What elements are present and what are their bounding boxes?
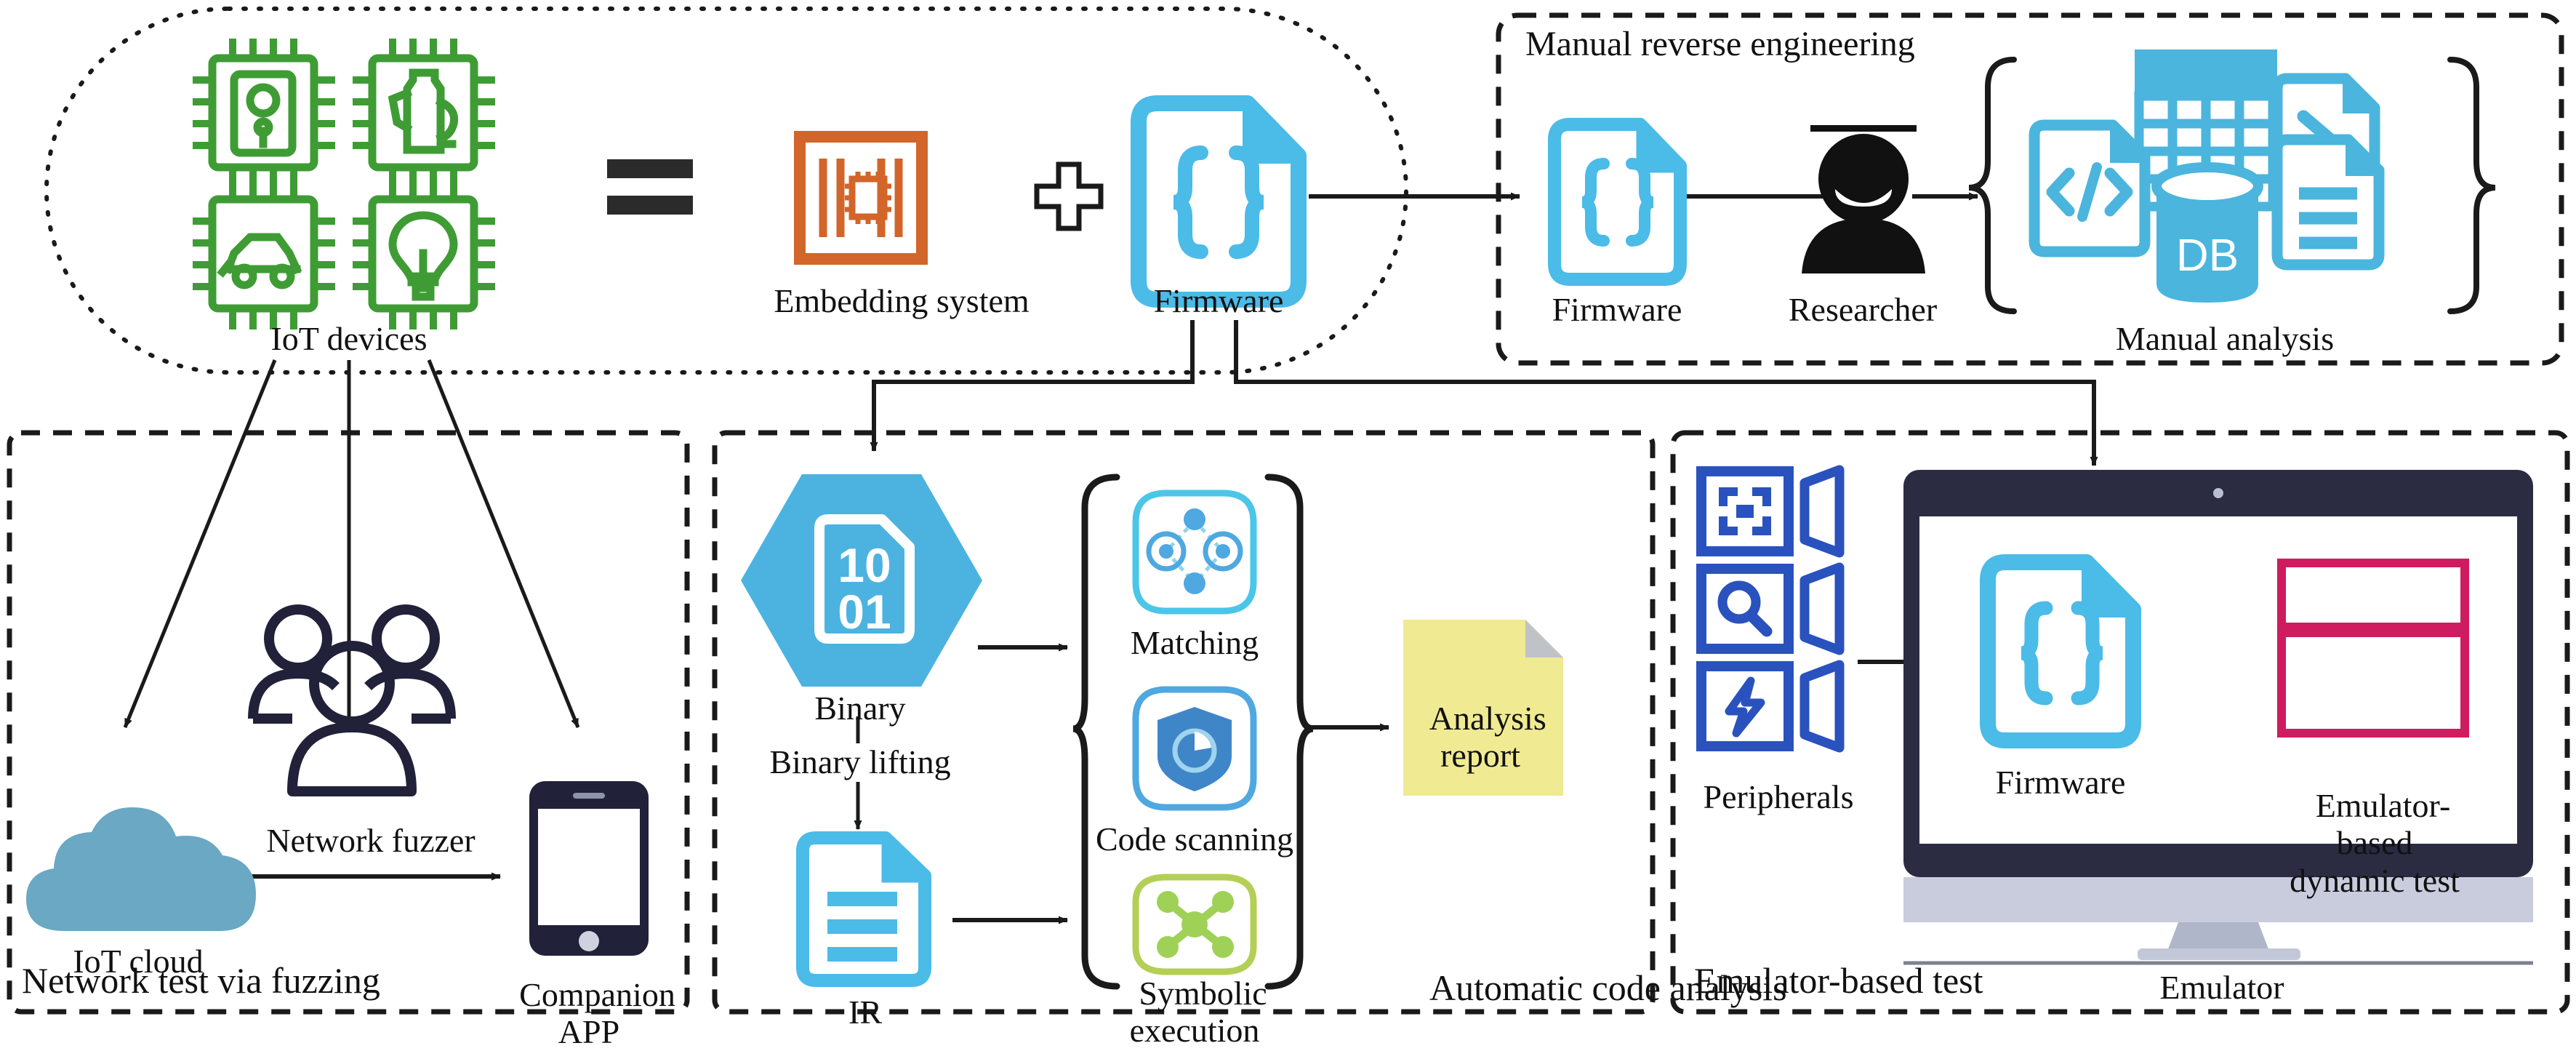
dynamic-test-text: Emulator-based dynamic test	[2290, 786, 2460, 899]
emulator-firmware-label: Firmware	[1995, 764, 2126, 801]
firmware-document-icon	[1131, 95, 1307, 308]
emulator-label: Emulator	[2159, 969, 2284, 1006]
emulator-panel-title: Emulator-based test	[1694, 960, 1983, 1001]
matching-label: Matching	[1130, 624, 1259, 661]
database-text: DB	[2176, 231, 2239, 281]
manual-analysis-label: Manual analysis	[2115, 320, 2335, 357]
iot-devices-icon-group	[193, 39, 495, 329]
manual-panel-title: Manual reverse engineering	[1525, 25, 1915, 63]
users-group-icon	[248, 604, 456, 796]
researcher-icon	[1802, 125, 1925, 273]
document-lines-icon	[2271, 134, 2385, 271]
smartphone-icon	[529, 781, 649, 956]
dynamic-test-label: Emulator-based dynamic test	[2274, 749, 2476, 899]
ir-document-icon	[796, 831, 931, 987]
iot-devices-label: IoT devices	[270, 320, 428, 357]
symbolic-execution-text: Symbolic execution	[1129, 974, 1267, 1050]
binary-hexagon-icon: 10 01	[741, 474, 982, 687]
manual-firmware-icon	[1548, 118, 1687, 286]
ir-label: IR	[848, 994, 882, 1031]
companion-app-text: Companion APP	[519, 975, 675, 1051]
matching-network-icon	[1132, 489, 1257, 615]
analysis-report-text: Analysis report	[1429, 699, 1546, 775]
qr-scan-icon	[1696, 465, 1845, 558]
shield-scan-icon	[1132, 686, 1257, 811]
binary-digits-bottom: 01	[838, 585, 891, 639]
emulator-firmware-icon	[1980, 554, 2141, 748]
embedded-board-icon	[794, 131, 928, 265]
embedding-system-label: Embedding system	[774, 282, 1030, 319]
manual-firmware-label: Firmware	[1552, 291, 1682, 328]
plus-sign-icon	[1034, 161, 1104, 231]
peripherals-label: Peripherals	[1703, 778, 1854, 815]
database-icon: DB	[2151, 162, 2263, 303]
dynamic-test-icon	[2277, 559, 2469, 738]
binary-label: Binary	[814, 690, 906, 727]
iot-cloud-label: IoT cloud	[73, 943, 204, 980]
peripherals-icon-group	[1696, 465, 1845, 753]
cloud-icon	[26, 807, 256, 931]
analysis-report-label: Analysis report	[1414, 662, 1546, 775]
binary-lifting-label: Binary lifting	[769, 743, 951, 780]
lightning-icon	[1696, 660, 1845, 753]
binary-digits-top: 10	[838, 538, 891, 592]
code-scanning-label: Code scanning	[1095, 820, 1294, 858]
code-file-icon	[2029, 119, 2151, 257]
equals-sign-icon	[607, 159, 693, 215]
manual-analysis-icon-group: DB	[2029, 49, 2385, 303]
network-fuzzer-label: Network fuzzer	[266, 822, 476, 859]
symbolic-execution-label: Symbolic execution	[1122, 937, 1267, 1050]
magnifier-icon	[1696, 562, 1845, 655]
researcher-label: Researcher	[1788, 291, 1938, 328]
companion-app-label: Companion APP	[502, 938, 675, 1051]
firmware-top-label: Firmware	[1153, 282, 1284, 319]
